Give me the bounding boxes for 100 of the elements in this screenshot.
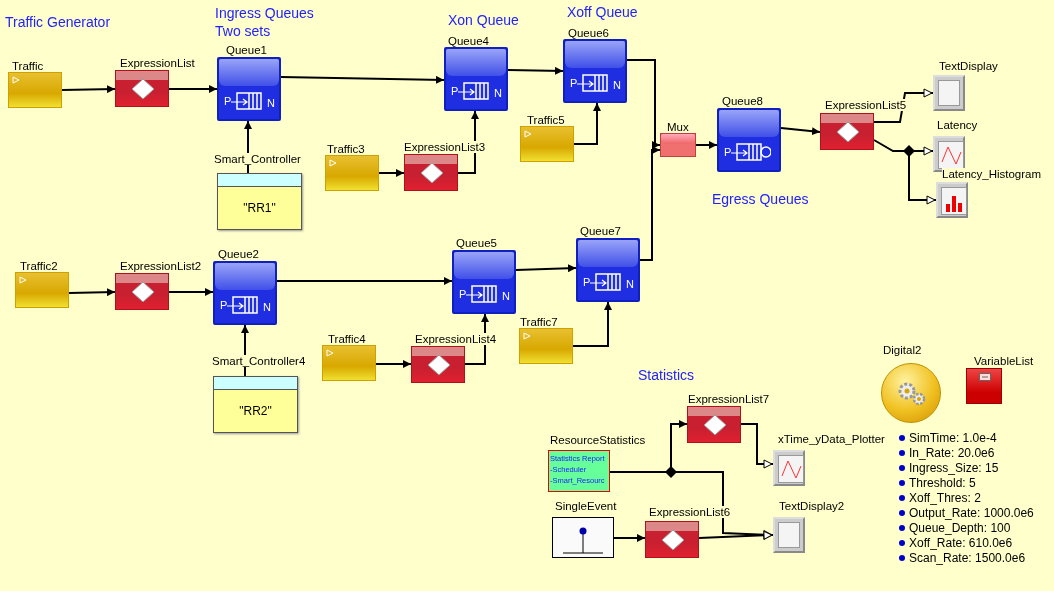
event-block[interactable] (552, 517, 614, 558)
block-label: Queue4 (448, 35, 489, 47)
parameter-text: Output_Rate: 1000.0e6 (909, 506, 1034, 520)
controller-block[interactable]: "RR1" (217, 173, 302, 230)
histogram-block[interactable] (936, 182, 968, 218)
mux-block[interactable] (660, 133, 696, 157)
display-block[interactable] (773, 517, 805, 553)
queue-block[interactable]: P (717, 108, 781, 172)
source-block[interactable] (15, 272, 69, 308)
annotation-text: Xon Queue (448, 11, 519, 29)
queue-block[interactable]: P N (563, 39, 627, 103)
wire (378, 169, 405, 177)
queue-block[interactable]: P N (576, 238, 640, 302)
wire (572, 301, 612, 347)
expression-block[interactable] (411, 346, 465, 383)
source-block[interactable] (519, 328, 573, 364)
display-screen (778, 522, 800, 548)
line-plot-icon (938, 141, 964, 169)
block-label: ResourceStatistics (550, 434, 646, 446)
block-label: TextDisplay2 (779, 500, 845, 512)
block-label: xTime_yData_Plotter (778, 433, 885, 445)
wire (573, 102, 601, 145)
expression-block[interactable] (115, 273, 169, 310)
block-label: ExpressionList7 (688, 393, 770, 405)
bullet-icon (899, 525, 905, 531)
block-label: Queue1 (226, 44, 267, 56)
port-label: P (451, 85, 459, 97)
variable-list-block[interactable] (966, 368, 1002, 404)
diamond-icon (703, 414, 727, 436)
port-label: P (459, 288, 467, 300)
block-label: Smart_Controller (214, 153, 301, 165)
bullet-icon (899, 480, 905, 486)
block-label: Latency (937, 119, 978, 131)
wire (780, 127, 821, 136)
port-label: N (267, 97, 275, 109)
wire (740, 423, 774, 469)
source-block[interactable] (325, 155, 379, 191)
block-label: Queue6 (568, 27, 609, 39)
block-label: VariableList (974, 355, 1034, 367)
line-plot-icon (778, 455, 804, 483)
port-label: P (570, 77, 578, 89)
list-icon (979, 373, 991, 381)
expression-block[interactable] (404, 154, 458, 191)
block-label: Traffic7 (520, 316, 558, 328)
block-label: Traffic (12, 60, 44, 72)
bullet-icon (899, 510, 905, 516)
diamond-icon (131, 78, 155, 100)
expression-block[interactable] (687, 406, 741, 443)
annotation-text: Traffic Generator (5, 13, 111, 31)
queue-icon (227, 296, 259, 314)
port-label: N (626, 278, 634, 290)
wire (375, 360, 412, 368)
expression-block[interactable] (820, 113, 874, 150)
bullet-icon (899, 465, 905, 471)
wire (613, 534, 646, 542)
annotation-text: Egress Queues (712, 190, 809, 208)
diamond-icon (661, 529, 685, 551)
queue-block[interactable]: P N (213, 261, 277, 325)
controller-value: "RR1" (243, 200, 276, 215)
queue-icon (458, 82, 490, 100)
diamond-icon (131, 281, 155, 303)
display-block[interactable] (933, 75, 965, 111)
queue-icon (731, 143, 771, 161)
port-label: N (494, 87, 502, 99)
expression-block[interactable] (645, 521, 699, 558)
annotation-text: Statistics (638, 366, 694, 384)
block-label: Traffic3 (327, 143, 365, 155)
queue-icon (577, 74, 609, 92)
block-label: Queue2 (218, 248, 259, 260)
diamond-icon (427, 354, 451, 376)
play-icon (523, 332, 531, 340)
queue-block[interactable]: P N (444, 47, 508, 111)
wire (68, 288, 116, 297)
queue-block[interactable]: P N (452, 250, 516, 314)
port-label: N (613, 79, 621, 91)
queue-block[interactable]: P N (217, 57, 281, 121)
block-label: Queue7 (580, 225, 621, 237)
annotation-text: Xoff Queue (567, 3, 638, 21)
block-label: ExpressionList6 (649, 506, 731, 518)
controller-value: "RR2" (239, 403, 272, 418)
impulse-icon (563, 526, 603, 554)
play-icon (19, 276, 27, 284)
expression-block[interactable] (115, 70, 169, 107)
parameter-text: Xoff_Rate: 610.0e6 (909, 536, 1013, 550)
display-screen (938, 80, 960, 106)
plot-block[interactable] (933, 136, 965, 172)
source-block[interactable] (520, 126, 574, 162)
port-label: P (583, 276, 591, 288)
source-block[interactable] (322, 345, 376, 381)
bullet-icon (899, 555, 905, 561)
block-label: Mux (667, 121, 689, 133)
wire (695, 141, 718, 149)
port-label: N (263, 301, 271, 313)
wire (515, 264, 577, 273)
controller-block[interactable]: "RR2" (213, 376, 298, 433)
digital-block[interactable] (881, 363, 941, 423)
block-label: Traffic5 (527, 114, 565, 126)
plot-block[interactable] (773, 450, 805, 486)
bullet-icon (899, 495, 905, 501)
source-block[interactable] (8, 72, 62, 108)
